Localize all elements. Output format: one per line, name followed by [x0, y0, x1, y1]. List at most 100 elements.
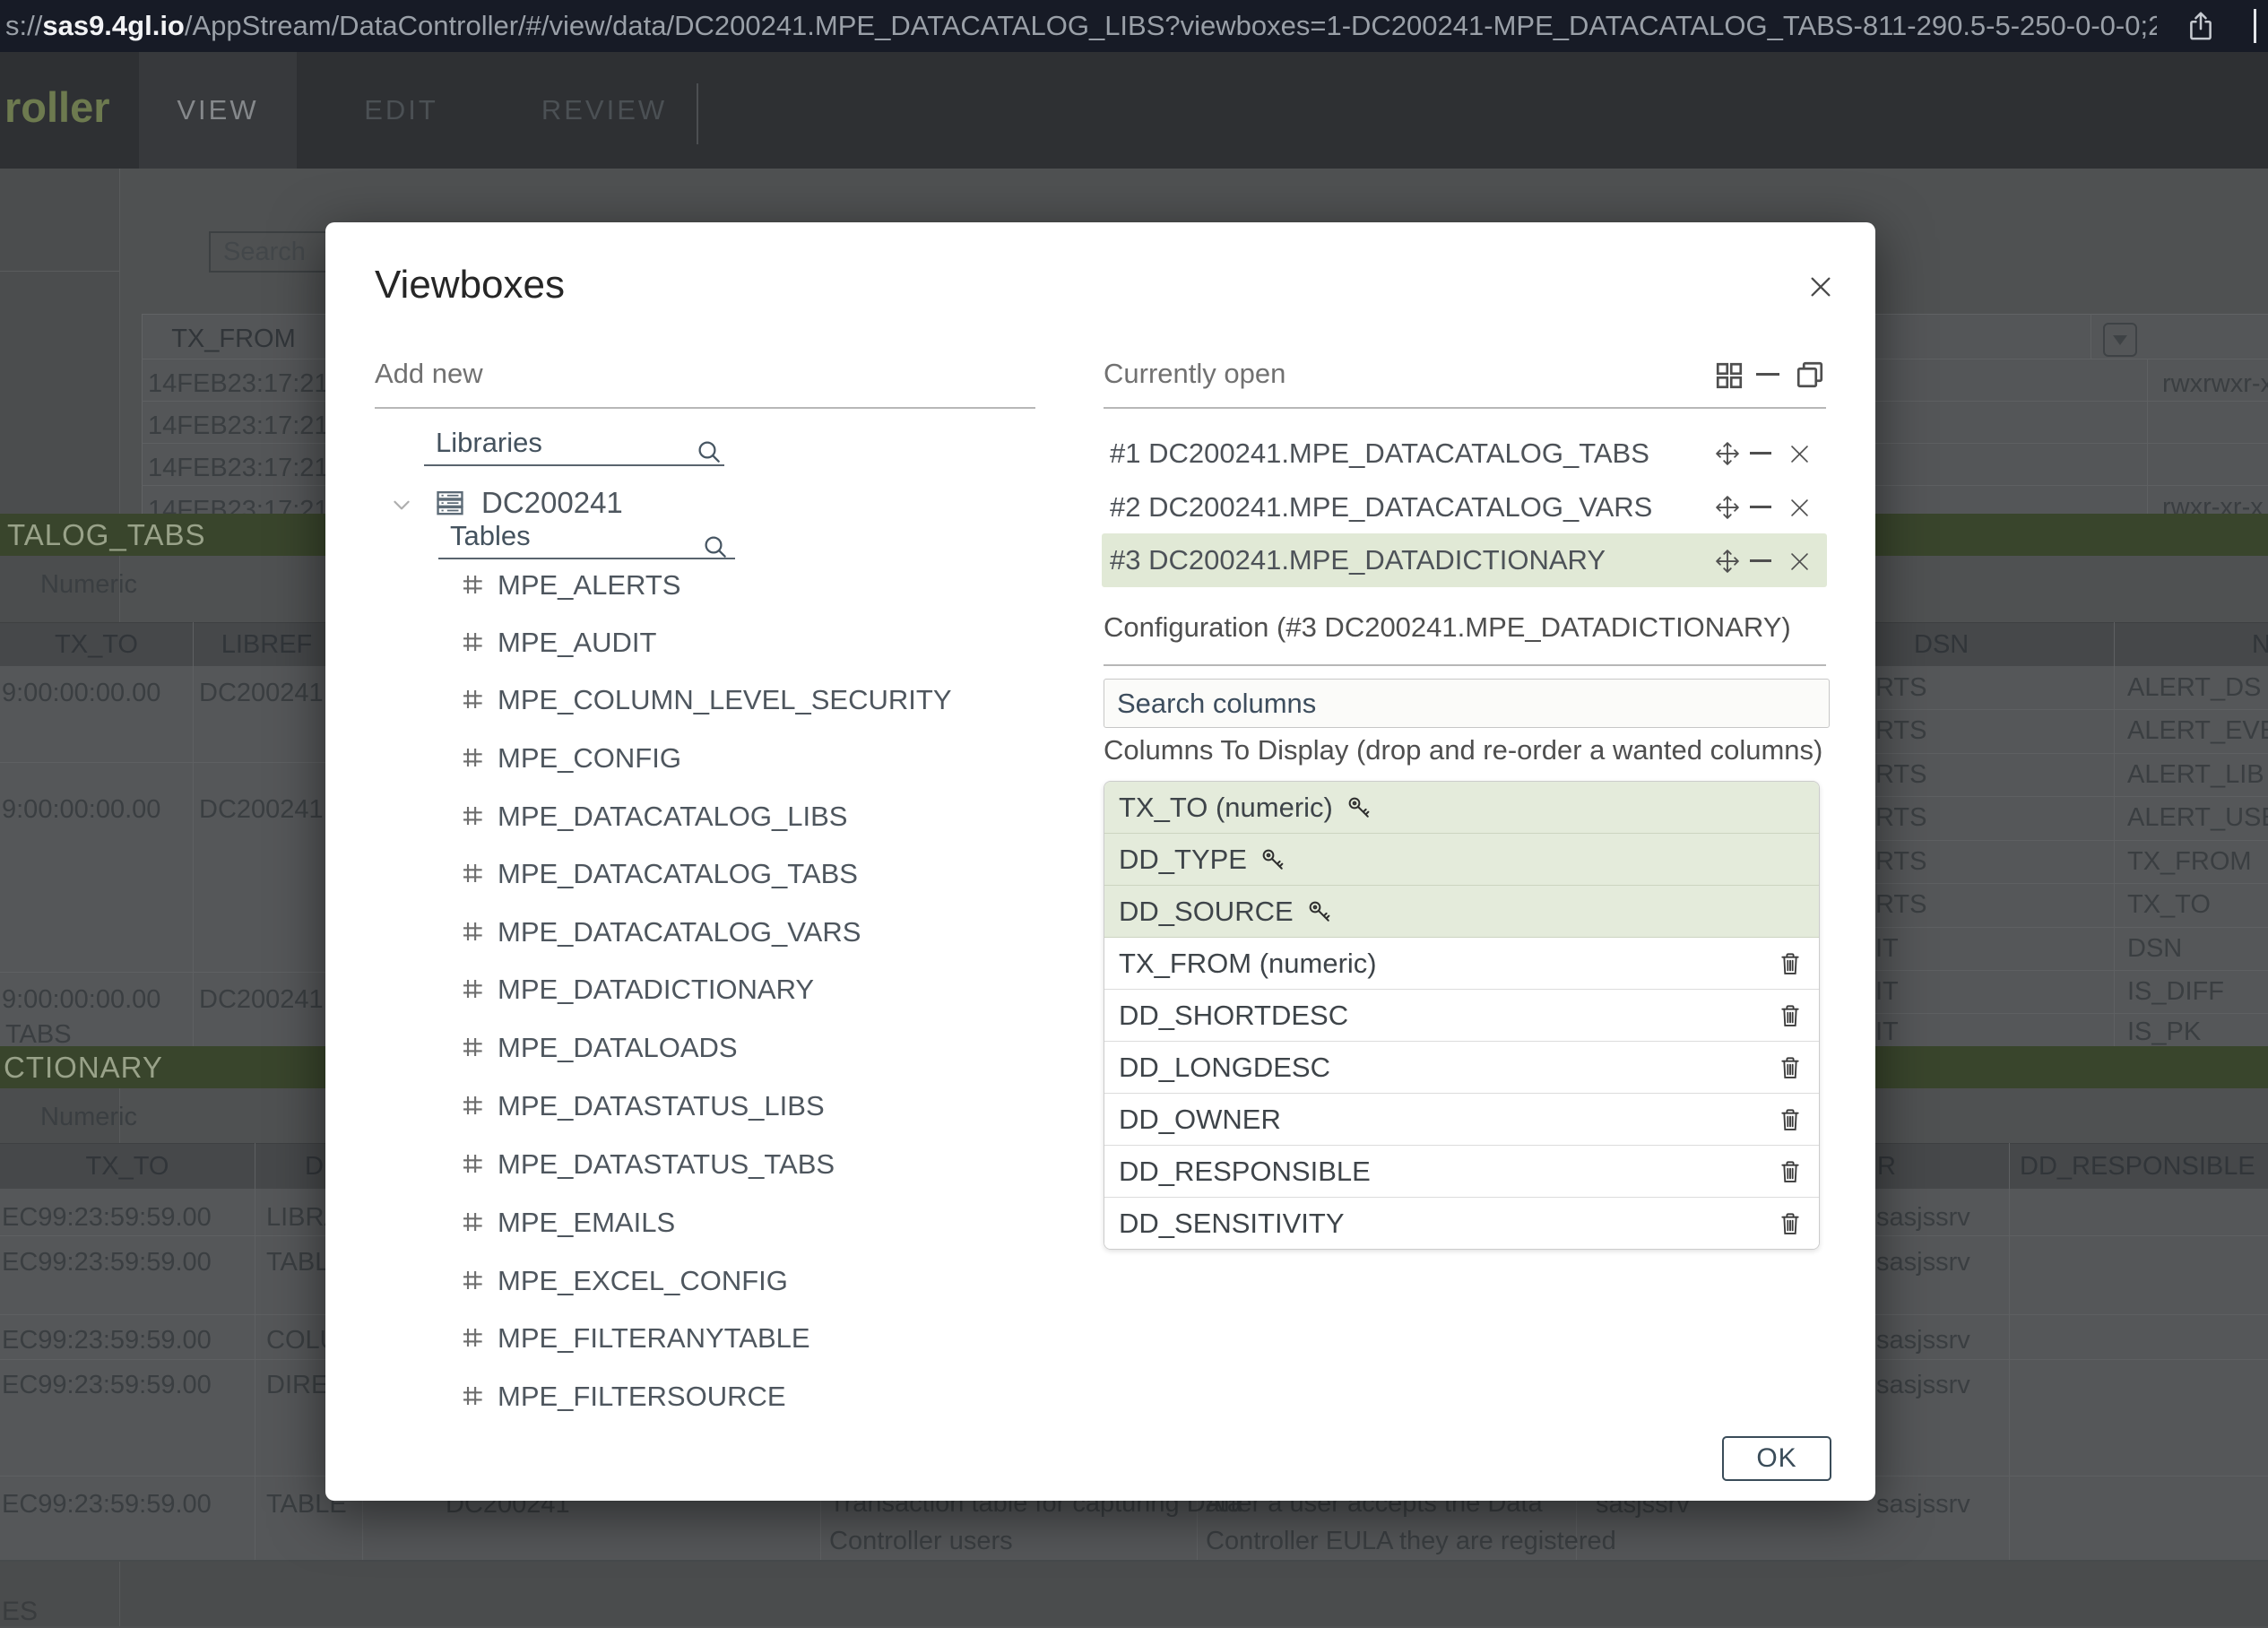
libs-cell-date-1: 14FEB23:17:21:2 [148, 368, 351, 400]
table-item[interactable]: MPE_EXCEL_CONFIG [498, 1264, 788, 1298]
dialog-title: Viewboxes [375, 262, 565, 308]
trash-icon[interactable] [1776, 1105, 1805, 1134]
vb1-vline-right [2114, 622, 2115, 1046]
table-item[interactable]: MPE_DATACATALOG_TABS [498, 857, 858, 891]
table-icon [459, 1324, 486, 1351]
vb1-cell: IT [1875, 975, 1899, 1008]
close-viewbox-icon[interactable] [1788, 442, 1812, 466]
vb3-header-dd-responsible[interactable]: DD_RESPONSIBLE [2020, 1150, 2255, 1182]
vb3-cell: EC99:23:59:59.00 [2, 1369, 212, 1401]
move-icon[interactable] [1714, 548, 1741, 575]
column-row-locked[interactable]: DD_TYPE [1104, 834, 1819, 886]
cascade-icon[interactable] [1794, 359, 1826, 391]
search-columns-input[interactable] [1104, 679, 1830, 728]
close-viewbox-icon[interactable] [1788, 550, 1812, 574]
vb1-header-dsn[interactable]: DSN [1914, 628, 1969, 661]
vb1-header-n[interactable]: N [2252, 628, 2268, 661]
tab-review[interactable]: REVIEW [524, 52, 684, 169]
minimize-icon[interactable] [1750, 506, 1771, 508]
vb1-cell: DSN [2127, 932, 2182, 965]
table-item[interactable]: MPE_EMAILS [498, 1206, 675, 1240]
vb1-cell: RTS [1875, 888, 1926, 921]
vb1-header-tx-to[interactable]: TX_TO [0, 628, 193, 661]
table-item[interactable]: MPE_FILTERSOURCE [498, 1380, 786, 1414]
libs-col-header-tx-from[interactable]: TX_FROM [142, 323, 325, 355]
ok-button[interactable]: OK [1722, 1436, 1831, 1481]
trash-icon[interactable] [1776, 1209, 1805, 1238]
table-item[interactable]: MPE_DATALOADS [498, 1031, 738, 1065]
table-item[interactable]: MPE_DATACATALOG_VARS [498, 915, 861, 949]
chevron-down-icon[interactable] [390, 493, 413, 516]
viewbox-item-label[interactable]: #3 DC200241.MPE_DATADICTIONARY [1110, 543, 1606, 577]
table-item[interactable]: MPE_DATASTATUS_TABS [498, 1147, 835, 1182]
library-icon [433, 486, 467, 520]
table-item[interactable]: MPE_CONFIG [498, 741, 681, 775]
vb3-header-dd-owner[interactable]: R [1877, 1150, 1896, 1182]
currently-open-heading: Currently open [1104, 357, 1285, 391]
viewbox-item-label[interactable]: #1 DC200241.MPE_DATACATALOG_TABS [1110, 437, 1649, 471]
table-item[interactable]: MPE_DATASTATUS_LIBS [498, 1089, 825, 1123]
minimize-icon[interactable] [1750, 559, 1771, 562]
address-bar[interactable]: s://sas9.4gl.io/AppStream/DataController… [5, 10, 2157, 42]
table-item[interactable]: MPE_DATADICTIONARY [498, 973, 814, 1007]
vb1-left-border-1 [0, 762, 341, 763]
column-row[interactable]: DD_OWNER [1104, 1094, 1819, 1146]
filter-icon[interactable] [2103, 323, 2137, 357]
libs-cell-date-2: 14FEB23:17:21:2 [148, 410, 351, 442]
vb1-cell: ALERT_EVEN [2127, 714, 2268, 747]
move-icon[interactable] [1714, 440, 1741, 467]
column-row[interactable]: DD_LONGDESC [1104, 1042, 1819, 1094]
table-icon [459, 918, 486, 945]
table-item[interactable]: MPE_COLUMN_LEVEL_SECURITY [498, 683, 952, 717]
column-row-locked[interactable]: TX_TO (numeric) [1104, 782, 1819, 834]
minimize-all-icon[interactable] [1756, 373, 1779, 376]
column-row[interactable]: TX_FROM (numeric) [1104, 938, 1819, 990]
vb3-cell: sasjssrv [1876, 1246, 1970, 1278]
column-row[interactable]: DD_SHORTDESC [1104, 990, 1819, 1042]
trash-icon[interactable] [1776, 949, 1805, 978]
trash-icon[interactable] [1776, 1001, 1805, 1030]
table-item[interactable]: MPE_AUDIT [498, 626, 656, 660]
vb1-vline-left [193, 622, 194, 1046]
table-icon [459, 686, 486, 713]
vb3-cell: sasjssrv [1876, 1201, 1970, 1234]
vb3-header-dd-type[interactable]: D [305, 1150, 324, 1182]
viewbox1-type-label: Numeric [40, 568, 137, 601]
url-path: /AppStream/DataController/#/view/data/DC… [185, 10, 2157, 41]
table-icon [459, 1267, 486, 1294]
close-viewbox-icon[interactable] [1788, 496, 1812, 520]
column-label: DD_OWNER [1119, 1104, 1281, 1136]
minimize-icon[interactable] [1750, 452, 1771, 455]
tab-edit[interactable]: EDIT [332, 52, 471, 169]
share-icon[interactable] [2184, 9, 2218, 43]
add-new-divider [375, 407, 1035, 409]
column-row[interactable]: DD_SENSITIVITY [1104, 1198, 1819, 1249]
vb1-cell: 9:00:00:00.00 [2, 793, 160, 826]
vb1-cell: DC200241 [199, 983, 324, 1016]
libraries-search-input[interactable] [424, 427, 724, 466]
table-item[interactable]: MPE_ALERTS [498, 568, 680, 602]
tables-search-icon[interactable] [701, 533, 730, 561]
column-row[interactable]: DD_RESPONSIBLE [1104, 1146, 1819, 1198]
columns-list: TX_TO (numeric) DD_TYPE DD_SOURCE TX_FRO… [1104, 781, 1820, 1250]
vb1-cell: RTS [1875, 714, 1926, 747]
move-icon[interactable] [1714, 494, 1741, 521]
vb3-header-tx-to[interactable]: TX_TO [0, 1150, 255, 1182]
column-row-locked[interactable]: DD_SOURCE [1104, 886, 1819, 938]
table-icon [459, 571, 486, 598]
close-icon[interactable] [1806, 273, 1835, 301]
table-item[interactable]: MPE_DATACATALOG_LIBS [498, 800, 847, 834]
libraries-search-icon[interactable] [695, 437, 723, 466]
vb1-cell: RTS [1875, 758, 1926, 791]
grid-layout-icon[interactable] [1713, 359, 1745, 392]
table-icon [459, 1150, 486, 1177]
vb1-header-libref[interactable]: LIBREF [193, 628, 341, 661]
tab-view[interactable]: VIEW [139, 52, 297, 169]
table-item[interactable]: MPE_FILTERANYTABLE [498, 1321, 810, 1355]
trash-icon[interactable] [1776, 1157, 1805, 1186]
vb3-vline [2009, 1143, 2010, 1560]
trash-icon[interactable] [1776, 1053, 1805, 1082]
vb1-cell: IT [1875, 1016, 1899, 1046]
tables-search-input[interactable] [438, 520, 735, 559]
viewbox-item-label[interactable]: #2 DC200241.MPE_DATACATALOG_VARS [1110, 490, 1652, 524]
